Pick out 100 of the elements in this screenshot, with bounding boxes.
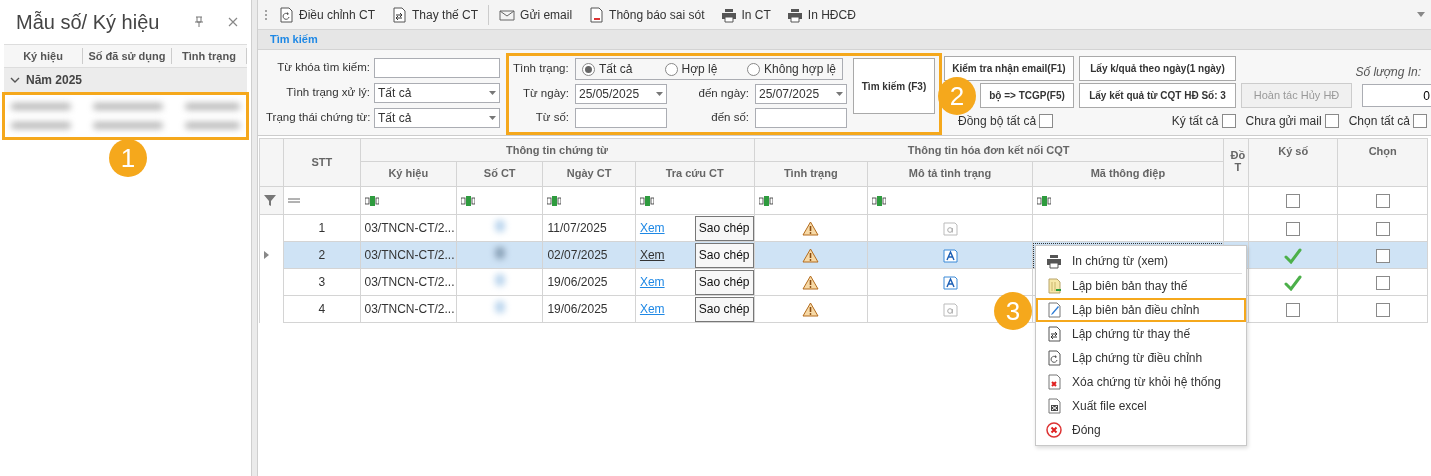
checkbox[interactable] bbox=[1375, 194, 1390, 209]
toolbar-button[interactable]: Gửi email bbox=[493, 3, 579, 26]
menu-item[interactable]: In chứng từ (xem) bbox=[1036, 249, 1246, 273]
field-label: Từ số: bbox=[534, 110, 569, 126]
action-button[interactable]: bộ => TCGP(F5) bbox=[980, 83, 1074, 108]
pin-icon[interactable] bbox=[193, 16, 205, 28]
view-link[interactable]: Xem bbox=[639, 300, 665, 318]
column-group-header: Thông tin hóa đơn kết nối CQT bbox=[754, 138, 1224, 162]
action-button[interactable]: Kiểm tra nhận email(F1) bbox=[944, 56, 1074, 81]
table-cell: 19/06/2025 bbox=[542, 268, 636, 296]
text-filter-icon[interactable] bbox=[758, 195, 773, 206]
copy-button[interactable]: Sao chép bbox=[694, 215, 753, 241]
dropdown-caret-icon[interactable] bbox=[1417, 12, 1425, 17]
text-filter-icon[interactable] bbox=[461, 195, 475, 206]
printer-icon bbox=[786, 6, 803, 23]
copy-button[interactable]: Sao chép bbox=[694, 242, 753, 268]
radio-option[interactable]: Hợp lệ bbox=[664, 60, 728, 78]
text-filter-icon[interactable] bbox=[1036, 195, 1051, 206]
menu-item[interactable]: Lập chứng từ thay thế bbox=[1036, 322, 1246, 346]
column-header[interactable]: Số đã sử dụng bbox=[83, 47, 172, 65]
radio-option[interactable]: Không hợp lệ bbox=[747, 60, 836, 78]
text-filter-icon[interactable] bbox=[639, 195, 654, 206]
column-header[interactable]: Mô tả tình trạng bbox=[867, 161, 1033, 187]
column-header[interactable]: Tra cứu CT bbox=[635, 161, 754, 187]
row-pointer-icon bbox=[264, 251, 269, 259]
checkbox[interactable] bbox=[1413, 114, 1427, 128]
table-cell: 03/TNCN-CT/2... bbox=[360, 214, 457, 242]
dropdown-field[interactable]: 25/07/2025 bbox=[755, 84, 847, 104]
column-header[interactable]: Tình trạng bbox=[754, 161, 868, 187]
search-button[interactable]: Tìm kiếm (F3) bbox=[853, 58, 935, 114]
toolbar-button[interactable]: In CT bbox=[714, 3, 777, 26]
document-pencil-icon bbox=[1046, 302, 1062, 318]
column-header[interactable]: Tình trạng bbox=[171, 47, 247, 65]
column-group-header: Thông tin chứng từ bbox=[360, 138, 754, 162]
toolbar-button[interactable]: Thông báo sai sót bbox=[582, 3, 711, 26]
menu-item[interactable]: Lập biên bản điều chỉnh bbox=[1036, 298, 1246, 322]
field-label: Tình trạng: bbox=[513, 61, 569, 77]
document-delete-icon bbox=[1046, 374, 1062, 390]
text-filter-icon[interactable] bbox=[547, 195, 562, 206]
menu-item[interactable]: Lập biên bản thay thế bbox=[1036, 274, 1246, 298]
view-link[interactable]: Xem bbox=[639, 219, 665, 237]
dropdown-field[interactable]: Tất cả bbox=[374, 108, 500, 128]
view-link[interactable]: Xem bbox=[639, 246, 665, 264]
menu-item[interactable]: Xuất file excel bbox=[1036, 394, 1246, 418]
column-header[interactable]: Mã thông điệp bbox=[1032, 161, 1224, 187]
column-header[interactable]: Số CT bbox=[456, 161, 543, 187]
column-header[interactable]: STT bbox=[283, 138, 360, 187]
group-row[interactable]: Năm 2025 bbox=[4, 68, 247, 92]
table-cell: 3 bbox=[283, 268, 360, 296]
copy-button[interactable]: Sao chép bbox=[694, 269, 753, 295]
text-filter-icon[interactable] bbox=[364, 195, 379, 206]
toolbar-button[interactable]: Thay thế CT bbox=[385, 3, 485, 26]
checkbox[interactable] bbox=[1375, 221, 1390, 236]
checkbox[interactable] bbox=[1286, 194, 1301, 209]
menu-item[interactable]: Xóa chứng từ khỏi hệ thống bbox=[1036, 370, 1246, 394]
checkbox[interactable] bbox=[1375, 248, 1390, 263]
column-header[interactable]: Ngày CT bbox=[542, 161, 636, 187]
checkbox[interactable] bbox=[1286, 302, 1301, 317]
toolbar-button[interactable]: Điều chỉnh CT bbox=[272, 3, 382, 26]
field-label: Từ khóa tìm kiếm: bbox=[276, 60, 370, 76]
action-button[interactable]: Lấy kết quả từ CQT HĐ Số: 3 bbox=[1079, 83, 1236, 108]
input-field[interactable] bbox=[755, 108, 847, 128]
column-header[interactable]: Đồ T bbox=[1223, 138, 1249, 187]
field-label: Số lượng In: bbox=[1355, 64, 1421, 81]
checkbox[interactable] bbox=[1221, 114, 1236, 128]
page-arrows-icon bbox=[1046, 326, 1062, 342]
column-header[interactable]: Ký số bbox=[1248, 138, 1338, 187]
copy-button[interactable]: Sao chép bbox=[694, 296, 753, 322]
page-refresh-icon bbox=[1046, 350, 1062, 366]
close-icon bbox=[1046, 422, 1062, 438]
toolbar-button[interactable]: In HĐCĐ bbox=[780, 3, 862, 26]
page-warning-icon bbox=[588, 6, 605, 23]
table-cell: 03/TNCN-CT/2... bbox=[360, 295, 457, 323]
field-label: đến số: bbox=[710, 110, 749, 126]
menu-item[interactable]: Đóng bbox=[1036, 418, 1246, 442]
dropdown-field[interactable]: Tất cả bbox=[374, 83, 500, 103]
checkbox[interactable] bbox=[1375, 275, 1390, 290]
checkbox-label: Ký tất cả bbox=[1171, 113, 1219, 130]
radio-option[interactable]: Tất cả bbox=[582, 60, 645, 78]
checkbox[interactable] bbox=[1286, 221, 1301, 236]
input-field[interactable] bbox=[374, 58, 500, 78]
input-field[interactable]: 0 bbox=[1362, 84, 1431, 107]
field-label: Từ ngày: bbox=[521, 86, 569, 102]
close-icon[interactable] bbox=[227, 16, 239, 28]
checkbox[interactable] bbox=[1039, 114, 1054, 128]
checkbox[interactable] bbox=[1324, 114, 1339, 128]
column-header[interactable]: Chọn bbox=[1337, 138, 1428, 187]
column-header[interactable]: Ký hiệu bbox=[360, 161, 457, 187]
checkbox[interactable] bbox=[1375, 302, 1390, 317]
input-field[interactable] bbox=[575, 108, 667, 128]
text-filter-icon[interactable] bbox=[872, 195, 887, 206]
spreadsheet-export-icon bbox=[1046, 398, 1062, 414]
column-header[interactable]: Ký hiệu bbox=[4, 47, 84, 65]
dropdown-field[interactable]: 25/05/2025 bbox=[575, 84, 667, 104]
printer-icon bbox=[1046, 253, 1062, 269]
table-cell: 1 bbox=[283, 214, 360, 242]
panel-title: Mẫu số/ Ký hiệu bbox=[16, 10, 161, 35]
action-button[interactable]: Lấy k/quả theo ngày(1 ngày) bbox=[1079, 56, 1236, 81]
view-link[interactable]: Xem bbox=[639, 273, 665, 291]
menu-item[interactable]: Lập chứng từ điều chỉnh bbox=[1036, 346, 1246, 370]
